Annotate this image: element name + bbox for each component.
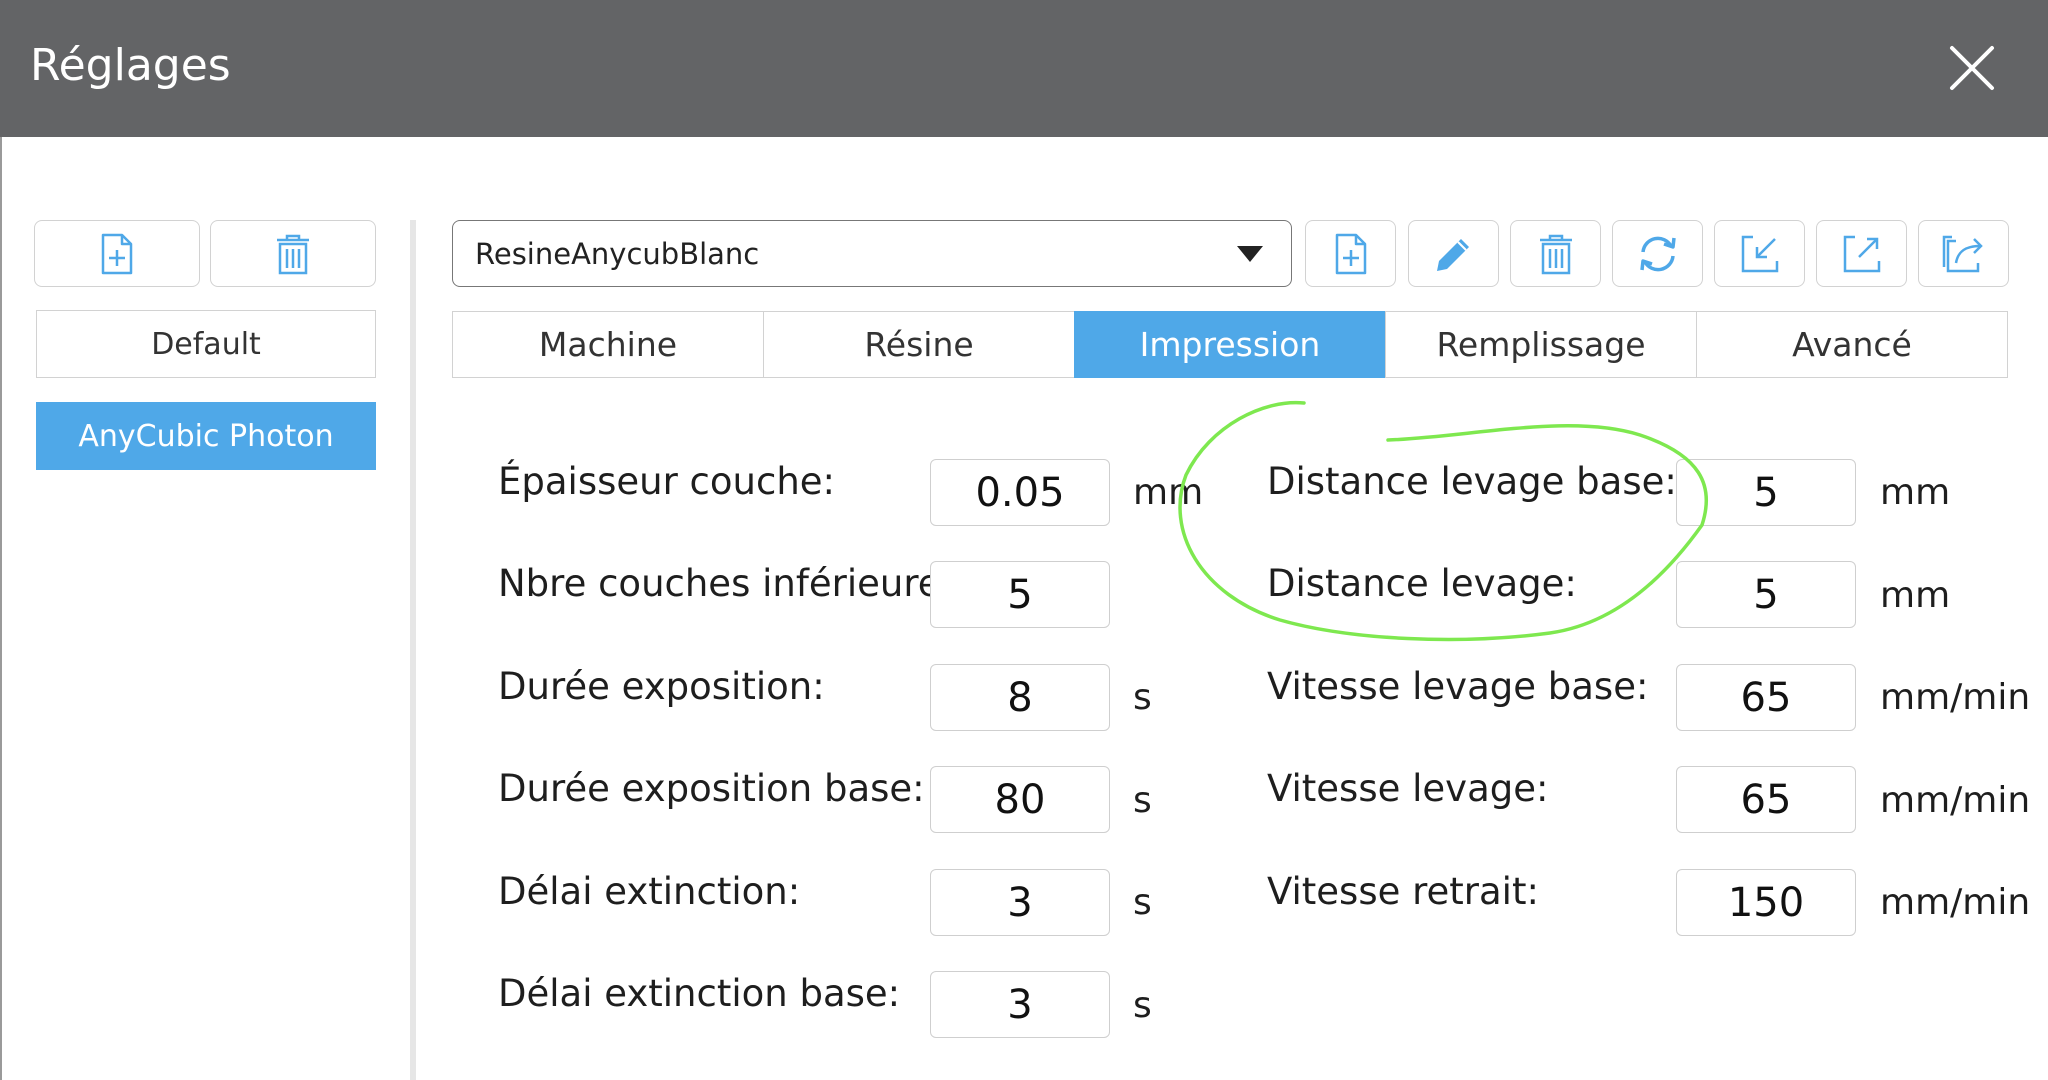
layer-thickness-label: Épaisseur couche: (498, 460, 836, 503)
add-resin-button[interactable] (1305, 220, 1396, 287)
tab-impression[interactable]: Impression (1074, 311, 1386, 378)
pencil-icon (1436, 238, 1469, 271)
tab-remplissage[interactable]: Remplissage (1385, 311, 1697, 378)
off-delay-input[interactable] (930, 869, 1110, 936)
retract-speed-unit: mm/min (1880, 882, 2031, 923)
refresh-icon (1639, 236, 1676, 271)
trash-icon (1539, 234, 1572, 274)
bottom-exposure-input[interactable] (930, 766, 1110, 833)
bottom-layers-label: Nbre couches inférieures: (498, 562, 973, 605)
bottom-lift-distance-unit: mm (1880, 472, 1951, 513)
settings-tabs: Machine Résine Impression Remplissage Av… (452, 311, 2008, 378)
profile-item-default[interactable]: Default (36, 310, 376, 378)
lift-distance-label: Distance levage: (1267, 562, 1577, 605)
close-icon (1950, 46, 1994, 90)
bottom-layers-input[interactable] (930, 561, 1110, 628)
import-icon (1741, 235, 1778, 272)
lift-speed-input[interactable] (1676, 766, 1856, 833)
new-file-icon (101, 233, 133, 274)
layer-thickness-input[interactable] (930, 459, 1110, 526)
lift-speed-label: Vitesse levage: (1267, 767, 1549, 810)
delete-profile-button[interactable] (210, 220, 376, 287)
resin-profile-select[interactable]: ResineAnycubBlanc (452, 220, 1292, 287)
resin-select-value: ResineAnycubBlanc (475, 236, 760, 271)
tab-machine[interactable]: Machine (452, 311, 764, 378)
bottom-exposure-label: Durée exposition base: (498, 767, 925, 810)
panel-divider (410, 220, 416, 1080)
retract-speed-input[interactable] (1676, 869, 1856, 936)
tab-resine[interactable]: Résine (763, 311, 1075, 378)
exposure-time-unit: s (1133, 677, 1152, 718)
chevron-down-icon (1237, 246, 1263, 262)
refresh-button[interactable] (1612, 220, 1703, 287)
bottom-off-delay-label: Délai extinction base: (498, 972, 901, 1015)
bottom-lift-distance-input[interactable] (1676, 459, 1856, 526)
import-button[interactable] (1714, 220, 1805, 287)
add-profile-button[interactable] (34, 220, 200, 287)
share-icon (1942, 235, 1983, 272)
bottom-lift-speed-input[interactable] (1676, 664, 1856, 731)
title-bar: Réglages (0, 0, 2048, 137)
exposure-time-input[interactable] (930, 664, 1110, 731)
lift-distance-unit: mm (1880, 575, 1951, 616)
export-icon (1843, 235, 1880, 272)
bottom-off-delay-unit: s (1133, 985, 1152, 1026)
close-button[interactable] (1942, 38, 2002, 98)
profile-item-anycubic-photon[interactable]: AnyCubic Photon (36, 402, 376, 470)
bottom-exposure-unit: s (1133, 780, 1152, 821)
layer-thickness-unit: mm (1133, 472, 1204, 513)
share-button[interactable] (1918, 220, 2009, 287)
window-title: Réglages (30, 40, 231, 91)
trash-icon (277, 234, 309, 274)
off-delay-unit: s (1133, 882, 1152, 923)
new-file-icon (1335, 233, 1366, 274)
edit-resin-button[interactable] (1408, 220, 1499, 287)
lift-speed-unit: mm/min (1880, 780, 2031, 821)
tab-avance[interactable]: Avancé (1696, 311, 2008, 378)
bottom-lift-distance-label: Distance levage base: (1267, 460, 1677, 503)
retract-speed-label: Vitesse retrait: (1267, 870, 1539, 913)
off-delay-label: Délai extinction: (498, 870, 801, 913)
bottom-lift-speed-unit: mm/min (1880, 677, 2031, 718)
bottom-off-delay-input[interactable] (930, 971, 1110, 1038)
export-button[interactable] (1816, 220, 1907, 287)
window-edge (0, 137, 2, 1080)
bottom-lift-speed-label: Vitesse levage base: (1267, 665, 1649, 708)
lift-distance-input[interactable] (1676, 561, 1856, 628)
exposure-time-label: Durée exposition: (498, 665, 825, 708)
delete-resin-button[interactable] (1510, 220, 1601, 287)
